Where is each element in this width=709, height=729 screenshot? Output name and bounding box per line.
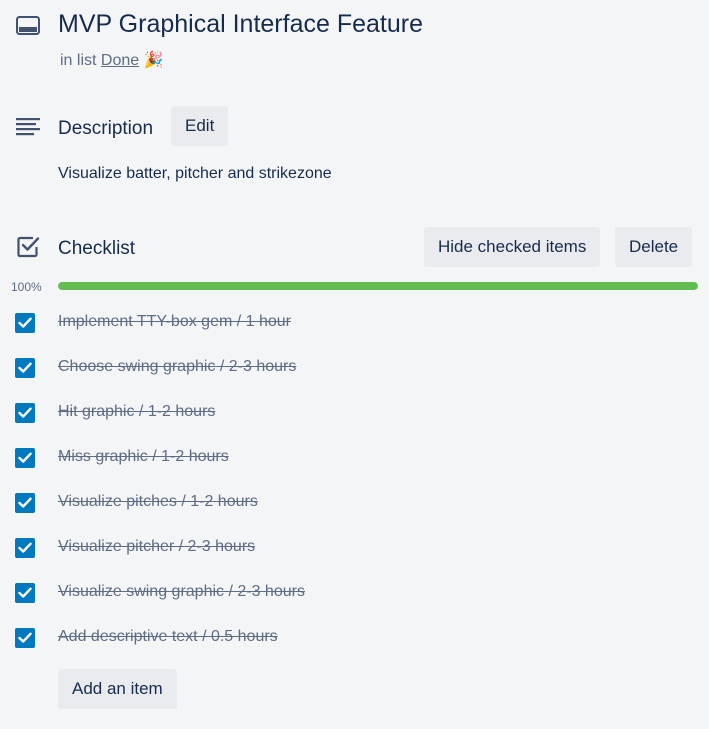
card-icon [16, 16, 40, 38]
checkmark-icon [18, 497, 32, 508]
list-name: Done [100, 52, 140, 69]
party-icon: 🎉 [143, 52, 164, 69]
delete-checklist-button[interactable]: Delete [615, 227, 693, 267]
add-item-button[interactable]: Add an item [58, 669, 177, 709]
progress-bar-fill [58, 282, 698, 290]
checkmark-icon [18, 587, 32, 598]
card-list-info: in list Done 🎉 [60, 50, 164, 70]
checkmark-icon [18, 542, 32, 553]
checklist-item[interactable]: Visualize pitcher / 2-3 hours [15, 536, 635, 560]
checkbox[interactable] [15, 493, 35, 513]
in-list-prefix: in list [60, 52, 97, 69]
checklist-item[interactable]: Miss graphic / 1-2 hours [15, 446, 635, 470]
checkmark-icon [18, 632, 32, 643]
checkmark-icon [18, 407, 32, 418]
hide-checked-items-button[interactable]: Hide checked items [424, 227, 601, 267]
checkmark-icon [18, 452, 32, 463]
checkbox[interactable] [15, 583, 35, 603]
description-icon [16, 118, 40, 136]
checklist-item[interactable]: Visualize swing graphic / 2-3 hours [15, 581, 635, 605]
checkbox[interactable] [15, 538, 35, 558]
checkbox[interactable] [15, 448, 35, 468]
checklist-item-text: Miss graphic / 1-2 hours [58, 448, 229, 465]
checklist-item-text: Choose swing graphic / 2-3 hours [58, 358, 297, 375]
checklist-item[interactable]: Hit graphic / 1-2 hours [15, 401, 635, 425]
checkbox[interactable] [15, 403, 35, 423]
description-text: Visualize batter, pitcher and strikezone [58, 165, 332, 182]
edit-description-button[interactable]: Edit [171, 106, 229, 146]
checklist-item[interactable]: Visualize pitches / 1-2 hours [15, 491, 635, 515]
checklist-icon [17, 236, 41, 258]
checklist-item-text: Visualize pitcher / 2-3 hours [58, 538, 256, 555]
checkmark-icon [18, 317, 32, 328]
checklist-item-text: Hit graphic / 1-2 hours [58, 403, 216, 420]
checklist-item-text: Visualize pitches / 1-2 hours [58, 493, 258, 510]
checkbox[interactable] [15, 358, 35, 378]
list-link[interactable]: Done [101, 52, 139, 69]
checklist-item-text: Implement TTY-box gem / 1 hour [58, 313, 291, 330]
checklist-item-text: Add descriptive text / 0.5 hours [58, 628, 278, 645]
checklist-item[interactable]: Implement TTY-box gem / 1 hour [15, 311, 635, 335]
checkbox[interactable] [15, 628, 35, 648]
card-title: MVP Graphical Interface Feature [58, 10, 423, 38]
checkbox[interactable] [15, 313, 35, 333]
description-title: Description [58, 118, 154, 139]
checklist-title: Checklist [58, 238, 136, 259]
checklist-item[interactable]: Choose swing graphic / 2-3 hours [15, 356, 635, 380]
checklist-item[interactable]: Add descriptive text / 0.5 hours [15, 626, 635, 650]
progress-percent: 100% [11, 280, 42, 294]
checklist-item-text: Visualize swing graphic / 2-3 hours [58, 583, 305, 600]
progress-bar [58, 282, 698, 290]
checkmark-icon [18, 362, 32, 373]
